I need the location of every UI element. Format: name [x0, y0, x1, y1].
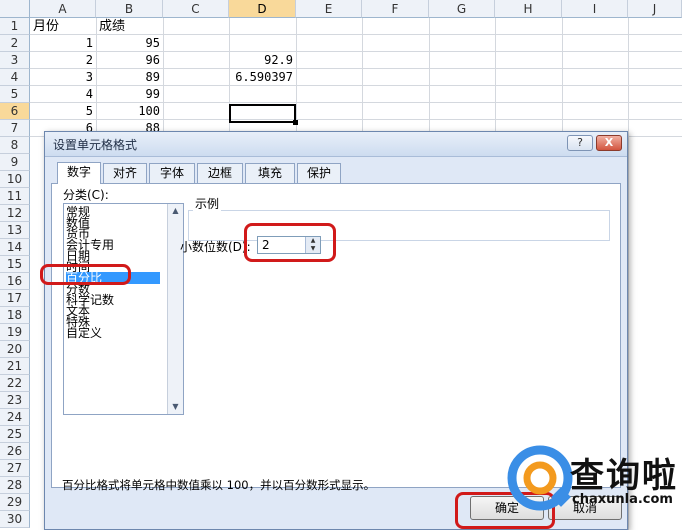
- row-header-9[interactable]: 9: [0, 154, 30, 171]
- row-header-30[interactable]: 30: [0, 511, 30, 528]
- row-header-11[interactable]: 11: [0, 188, 30, 205]
- row-header-4[interactable]: 4: [0, 69, 30, 86]
- cell-d3[interactable]: 92.9: [229, 52, 296, 69]
- column-header-b[interactable]: B: [96, 0, 163, 18]
- row-header-16[interactable]: 16: [0, 273, 30, 290]
- row-header-2[interactable]: 2: [0, 35, 30, 52]
- category-description: 百分比格式将单元格中数值乘以 100，并以百分数形式显示。: [62, 478, 376, 492]
- tab-number[interactable]: 数字: [57, 162, 101, 184]
- help-button[interactable]: ?: [567, 135, 593, 151]
- cell-b1[interactable]: 成绩: [96, 18, 163, 35]
- tab-font[interactable]: 字体: [149, 163, 195, 183]
- watermark-logo-icon: [507, 445, 573, 511]
- tab-alignment[interactable]: 对齐: [103, 163, 147, 183]
- watermark-brand: 查询啦: [570, 456, 678, 496]
- row-header-22[interactable]: 22: [0, 375, 30, 392]
- category-label: 分类(C):: [63, 188, 109, 202]
- row-header-26[interactable]: 26: [0, 443, 30, 460]
- cell-a3[interactable]: 2: [30, 52, 96, 69]
- fill-handle[interactable]: [293, 120, 298, 125]
- row-header-12[interactable]: 12: [0, 205, 30, 222]
- row-header-1[interactable]: 1: [0, 18, 30, 35]
- row-header-20[interactable]: 20: [0, 341, 30, 358]
- dialog-title: 设置单元格格式: [53, 138, 138, 152]
- row-header-5[interactable]: 5: [0, 86, 30, 103]
- tab-border[interactable]: 边框: [197, 163, 243, 183]
- row-header-10[interactable]: 10: [0, 171, 30, 188]
- cell-a6[interactable]: 5: [30, 103, 96, 120]
- close-button[interactable]: X: [596, 135, 622, 151]
- watermark-url: chaxunla.com: [572, 492, 673, 507]
- cell-d4[interactable]: 6.590397: [229, 69, 296, 86]
- row-header-8[interactable]: 8: [0, 137, 30, 154]
- column-header-g[interactable]: G: [429, 0, 495, 18]
- column-header-c[interactable]: C: [163, 0, 229, 18]
- scroll-up-icon[interactable]: ▲: [168, 204, 183, 218]
- column-header-f[interactable]: F: [362, 0, 429, 18]
- cell-b2[interactable]: 95: [96, 35, 163, 52]
- row-header-17[interactable]: 17: [0, 290, 30, 307]
- row-header-23[interactable]: 23: [0, 392, 30, 409]
- row-header-15[interactable]: 15: [0, 256, 30, 273]
- category-list[interactable]: 常规 数值 货币 会计专用 日期 时间 百分比 分数 科学记数 文本 特殊 自定…: [63, 203, 184, 415]
- row-header-25[interactable]: 25: [0, 426, 30, 443]
- watermark: 查询啦 chaxunla.com: [506, 440, 676, 522]
- cell-a4[interactable]: 3: [30, 69, 96, 86]
- row-header-24[interactable]: 24: [0, 409, 30, 426]
- cell-b5[interactable]: 99: [96, 86, 163, 103]
- row-header-13[interactable]: 13: [0, 222, 30, 239]
- dialog-titlebar[interactable]: 设置单元格格式 ? X: [45, 132, 627, 157]
- column-header-i[interactable]: I: [562, 0, 628, 18]
- row-header-28[interactable]: 28: [0, 477, 30, 494]
- sample-label: 示例: [193, 195, 222, 212]
- column-header-h[interactable]: H: [495, 0, 562, 18]
- row-header-19[interactable]: 19: [0, 324, 30, 341]
- row-header-14[interactable]: 14: [0, 239, 30, 256]
- cell-b3[interactable]: 96: [96, 52, 163, 69]
- tab-fill[interactable]: 填充: [245, 163, 295, 183]
- cell-b6[interactable]: 100: [96, 103, 163, 120]
- column-header-e[interactable]: E: [296, 0, 362, 18]
- column-header-d[interactable]: D: [229, 0, 296, 18]
- row-header-3[interactable]: 3: [0, 52, 30, 69]
- highlight-percentage-mark: [40, 264, 131, 285]
- row-header-18[interactable]: 18: [0, 307, 30, 324]
- column-header-a[interactable]: A: [30, 0, 96, 18]
- category-custom[interactable]: 自定义: [66, 327, 160, 339]
- column-header-j[interactable]: J: [628, 0, 682, 18]
- row-header-27[interactable]: 27: [0, 460, 30, 477]
- cell-b4[interactable]: 89: [96, 69, 163, 86]
- cell-a2[interactable]: 1: [30, 35, 96, 52]
- row-header-6[interactable]: 6: [0, 103, 30, 120]
- row-header-21[interactable]: 21: [0, 358, 30, 375]
- row-header-7[interactable]: 7: [0, 120, 30, 137]
- category-scrollbar[interactable]: ▲ ▼: [167, 204, 183, 414]
- select-all-corner[interactable]: [0, 0, 30, 18]
- cell-a1[interactable]: 月份: [30, 18, 96, 35]
- cell-a5[interactable]: 4: [30, 86, 96, 103]
- tab-protection[interactable]: 保护: [297, 163, 341, 183]
- scroll-down-icon[interactable]: ▼: [168, 400, 183, 414]
- highlight-decimal-mark: [244, 223, 336, 262]
- decimal-places-label: 小数位数(D):: [180, 240, 251, 254]
- row-header-29[interactable]: 29: [0, 494, 30, 511]
- active-cell-d6[interactable]: [229, 104, 296, 123]
